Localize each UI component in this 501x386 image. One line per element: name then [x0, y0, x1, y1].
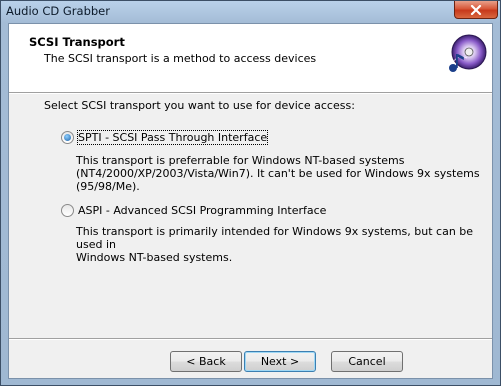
page-title: SCSI Transport	[29, 35, 125, 49]
radio-aspi-label[interactable]: ASPI - Advanced SCSI Programming Interfa…	[78, 204, 326, 217]
footer-separator	[9, 338, 492, 340]
selection-prompt: Select SCSI transport you want to use fo…	[44, 99, 355, 112]
spti-description-line: (NT4/2000/XP/2003/Vista/Win7). It can't …	[76, 167, 480, 180]
back-button[interactable]: < Back	[170, 351, 242, 372]
aspi-description: This transport is primarily intended for…	[76, 225, 492, 264]
spti-description: This transport is preferrable for Window…	[76, 154, 480, 193]
cancel-button[interactable]: Cancel	[331, 351, 403, 372]
aspi-description-line: This transport is primarily intended for…	[76, 225, 474, 251]
header-separator	[9, 92, 492, 94]
wizard-header: SCSI Transport The SCSI transport is a m…	[9, 24, 492, 92]
spti-description-line: This transport is preferrable for Window…	[76, 154, 405, 167]
close-icon	[470, 4, 482, 15]
radio-button-unchecked[interactable]	[61, 204, 74, 217]
next-button[interactable]: Next >	[244, 351, 316, 372]
title-bar[interactable]: Audio CD Grabber	[1, 1, 500, 23]
wizard-client-area: SCSI Transport The SCSI transport is a m…	[8, 23, 493, 379]
close-button[interactable]	[454, 1, 498, 19]
page-subtitle: The SCSI transport is a method to access…	[44, 52, 317, 65]
window-title: Audio CD Grabber	[6, 4, 110, 18]
radio-spti[interactable]: SPTI - SCSI Pass Through Interface	[61, 130, 269, 145]
spti-description-line: (95/98/Me).	[76, 180, 140, 193]
radio-aspi[interactable]: ASPI - Advanced SCSI Programming Interfa…	[61, 204, 326, 217]
aspi-description-line: Windows NT-based systems.	[76, 251, 233, 264]
radio-button-checked[interactable]	[61, 131, 74, 144]
radio-spti-label[interactable]: SPTI - SCSI Pass Through Interface	[76, 130, 269, 145]
wizard-window: Audio CD Grabber SCSI Transport The SCSI…	[0, 0, 501, 386]
cd-music-icon	[449, 34, 487, 72]
